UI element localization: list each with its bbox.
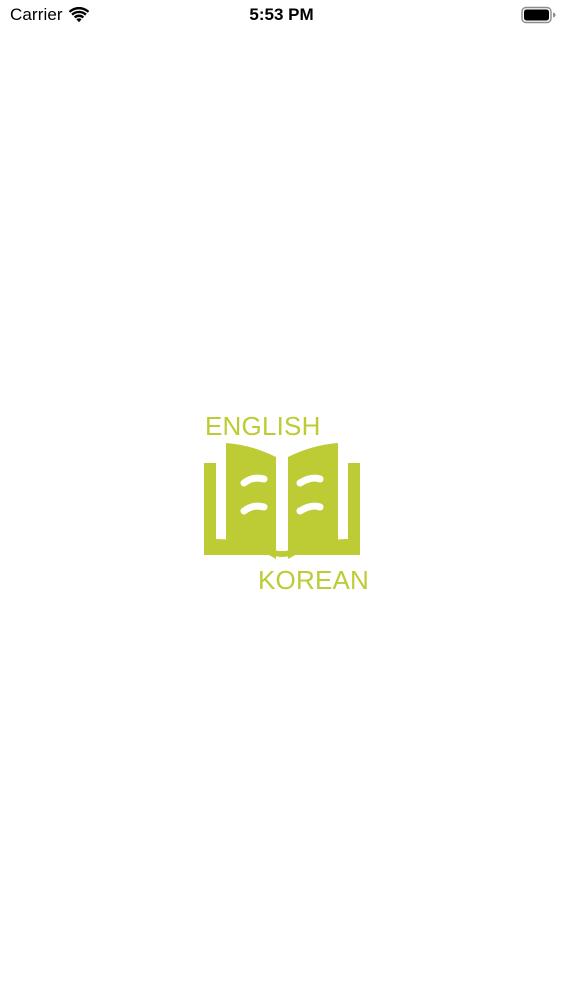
splash-logo: ENGLISH KOREAN: [198, 405, 370, 595]
status-bar: Carrier 5:53 PM: [0, 0, 563, 30]
open-book-icon: [204, 443, 360, 559]
battery-icon: [521, 6, 556, 24]
logo-word-english: ENGLISH: [205, 411, 321, 441]
status-time: 5:53 PM: [249, 5, 314, 24]
logo-word-korean: KOREAN: [258, 565, 370, 595]
